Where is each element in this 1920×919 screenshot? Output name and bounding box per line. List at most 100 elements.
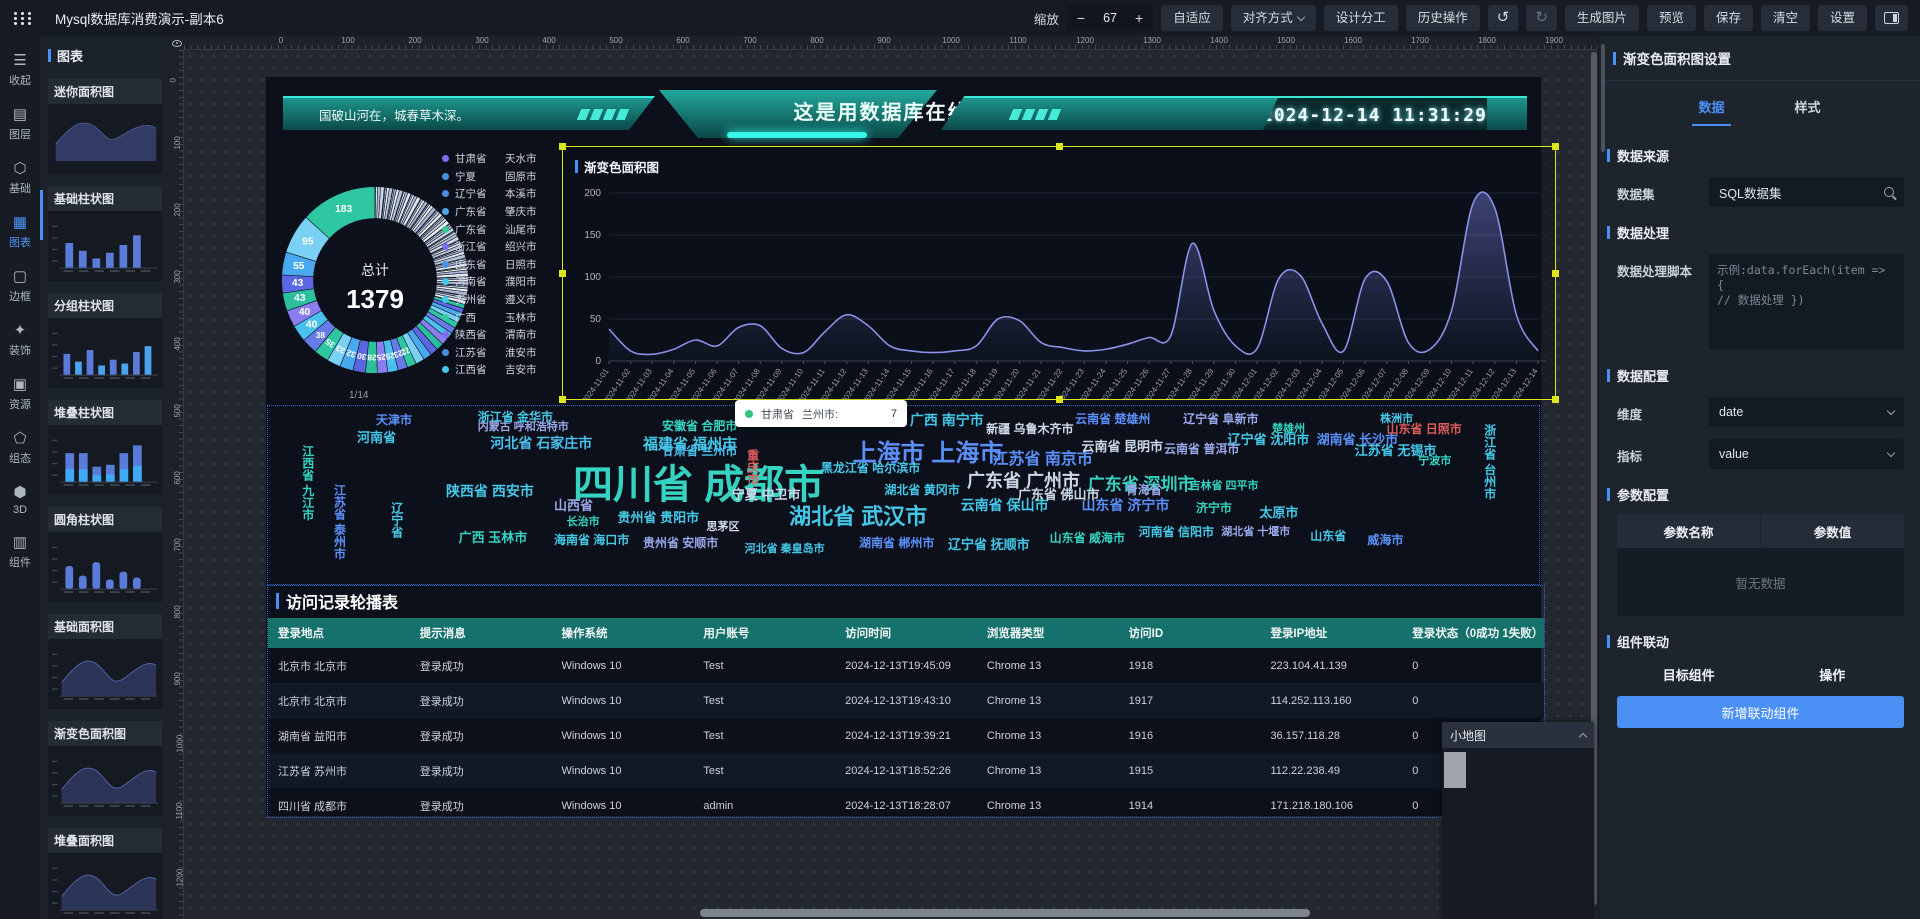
align-button[interactable]: 对齐方式 [1231, 5, 1316, 31]
table-row[interactable]: 江苏省 苏州市登录成功Windows 10Test2024-12-13T18:5… [268, 753, 1544, 788]
undo-button[interactable]: ↺ [1488, 5, 1519, 31]
chart-item-label[interactable]: 基础柱状图 [48, 186, 162, 211]
minimap-viewport[interactable] [1444, 752, 1466, 788]
legend-item[interactable]: 陕西省渭南市 [442, 326, 537, 344]
resize-handle-ne[interactable] [1552, 143, 1559, 150]
chart-item-label[interactable]: 堆叠面积图 [48, 828, 162, 853]
chart-item-label[interactable]: 迷你面积图 [48, 79, 162, 104]
chart-item-thumbnail[interactable] [48, 532, 162, 602]
resize-handle-nw[interactable] [559, 143, 566, 150]
collapse-panel-button[interactable] [1875, 5, 1908, 31]
legend-item[interactable]: 江苏省淮安市 [442, 344, 537, 362]
history-button[interactable]: 历史操作 [1406, 5, 1480, 31]
chevron-up-icon[interactable] [1579, 733, 1587, 741]
resize-handle-n[interactable] [1056, 143, 1063, 150]
dataset-select[interactable]: SQL数据集 [1709, 177, 1904, 207]
chart-item-thumbnail[interactable] [48, 639, 162, 709]
chart-library-item[interactable]: 基础面积图 [48, 614, 162, 709]
header-banner[interactable]: 国破山河在，城春草木深。 这是用数据库在线应用 2024-12-14 11:31… [267, 88, 1540, 140]
chart-item-thumbnail[interactable] [48, 853, 162, 919]
chart-item-label[interactable]: 分组柱状图 [48, 293, 162, 318]
resize-handle-se[interactable] [1552, 396, 1559, 403]
chart-item-label[interactable]: 渐变色面积图 [48, 721, 162, 746]
sidebar-item-scada-icon[interactable]: ⬠组态 [0, 422, 40, 476]
dashboard-screen[interactable]: 国破山河在，城春草木深。 这是用数据库在线应用 2024-12-14 11:31… [267, 78, 1540, 815]
chart-library-item[interactable]: 基础柱状图 [48, 186, 162, 281]
legend-item[interactable]: 贵州省遵义市 [442, 291, 537, 309]
chart-library-item[interactable]: 分组柱状图 [48, 293, 162, 388]
legend-item[interactable]: 浙江省绍兴市 [442, 238, 537, 256]
legend-item[interactable]: 广东省肇庆市 [442, 203, 537, 221]
chart-item-thumbnail[interactable] [48, 425, 162, 495]
sidebar-item-collapse-panel-icon[interactable]: ☰收起 [0, 44, 40, 98]
sidebar-item-layers-icon[interactable]: ▤图层 [0, 98, 40, 152]
settings-scrollbar[interactable] [1601, 44, 1605, 152]
canvas-horizontal-scrollbar[interactable] [700, 909, 1310, 917]
chart-library-item[interactable]: 堆叠柱状图 [48, 400, 162, 495]
chart-item-thumbnail[interactable] [48, 104, 162, 174]
table-row[interactable]: 北京市 北京市登录成功Windows 10Test2024-12-13T19:4… [268, 683, 1544, 718]
resize-handle-w[interactable] [559, 270, 566, 277]
script-textarea[interactable] [1709, 254, 1904, 350]
sidebar-item-charts-icon[interactable]: ▦图表 [0, 206, 40, 260]
app-grid-icon[interactable] [14, 12, 33, 25]
legend-item[interactable]: 辽宁省本溪市 [442, 185, 537, 203]
zoom-in-button[interactable]: + [1125, 10, 1153, 26]
chart-library-item[interactable]: 圆角柱状图 [48, 507, 162, 602]
donut-chart-component[interactable]: 18395554343404038353332302825252322 总计 1… [277, 138, 587, 410]
assign-button[interactable]: 设计分工 [1324, 5, 1398, 31]
sidebar-item-three-d-icon[interactable]: ⬢3D [0, 476, 40, 526]
table-row[interactable]: 四川省 成都市登录成功Windows 10admin2024-12-13T18:… [268, 788, 1544, 823]
legend-item[interactable]: 广西玉林市 [442, 308, 537, 326]
design-canvas[interactable]: 0100200300400500600700800900100011001200… [170, 36, 1598, 919]
redo-button[interactable]: ↻ [1526, 5, 1557, 31]
clear-button[interactable]: 清空 [1761, 5, 1810, 31]
tab-data[interactable]: 数据 [1692, 89, 1730, 126]
chart-item-thumbnail[interactable] [48, 318, 162, 388]
legend-item[interactable]: 山东省日照市 [442, 256, 537, 274]
sidebar-item-components-icon[interactable]: ▥组件 [0, 526, 40, 580]
chart-library-item[interactable]: 堆叠面积图 [48, 828, 162, 919]
ruler-corner[interactable] [170, 36, 184, 50]
zoom-out-button[interactable]: − [1067, 10, 1095, 26]
chart-item-label[interactable]: 圆角柱状图 [48, 507, 162, 532]
chart-item-label[interactable]: 基础面积图 [48, 614, 162, 639]
legend-item[interactable]: 甘肃省天水市 [442, 150, 537, 168]
preview-button[interactable]: 预览 [1647, 5, 1696, 31]
chart-item-label[interactable]: 堆叠柱状图 [48, 400, 162, 425]
minimap-header[interactable]: 小地图 [1442, 722, 1594, 748]
chart-library-item[interactable]: 渐变色面积图 [48, 721, 162, 816]
sidebar-item-decoration-icon[interactable]: ✦装饰 [0, 314, 40, 368]
minimap-body[interactable] [1442, 748, 1594, 919]
legend-item[interactable]: 江西省吉安市 [442, 361, 537, 379]
sidebar-item-basic-widgets-icon[interactable]: ⬡基础 [0, 152, 40, 206]
fit-button[interactable]: 自适应 [1161, 5, 1223, 31]
tab-style[interactable]: 样式 [1789, 89, 1827, 126]
generate-image-button[interactable]: 生成图片 [1565, 5, 1639, 31]
resize-handle-s[interactable] [1056, 396, 1063, 403]
table-row[interactable]: 北京市 北京市登录成功Windows 10Test2024-12-13T19:4… [268, 648, 1544, 683]
wordcloud-component[interactable]: 四川省 成都市上海市 上海市湖北省 武汉市广东省 广州市广东省 深圳市江苏省 南… [267, 405, 1540, 585]
legend-item[interactable]: 宁夏固原市 [442, 168, 537, 186]
legend-item[interactable]: 广东省汕尾市 [442, 220, 537, 238]
search-icon[interactable] [1884, 187, 1894, 197]
gradient-area-chart-component[interactable]: 渐变色面积图 0501001502002024-11-012024-11-022… [562, 146, 1556, 400]
dimension-select[interactable]: date [1709, 397, 1904, 427]
zoom-value[interactable]: 67 [1095, 11, 1125, 25]
access-log-table-component[interactable]: 访问记录轮播表 登录地点提示消息操作系统用户账号访问时间浏览器类型访问ID登录I… [267, 585, 1545, 818]
sidebar-item-border-icon[interactable]: ▢边框 [0, 260, 40, 314]
add-linkage-button[interactable]: 新增联动组件 [1617, 696, 1904, 728]
chart-library-item[interactable]: 迷你面积图 [48, 79, 162, 174]
sidebar-item-resources-icon[interactable]: ▣资源 [0, 368, 40, 422]
legend-item[interactable]: 河南省濮阳市 [442, 273, 537, 291]
minimap-panel[interactable]: 小地图 [1442, 722, 1594, 919]
settings-button[interactable]: 设置 [1818, 5, 1867, 31]
panel-scrollbar[interactable] [40, 190, 43, 240]
table-row[interactable]: 湖南省 益阳市登录成功Windows 10Test2024-12-13T19:3… [268, 718, 1544, 753]
chart-item-thumbnail[interactable] [48, 746, 162, 816]
resize-handle-e[interactable] [1552, 270, 1559, 277]
metric-select[interactable]: value [1709, 439, 1904, 469]
chart-item-thumbnail[interactable] [48, 211, 162, 281]
save-button[interactable]: 保存 [1704, 5, 1753, 31]
resize-handle-sw[interactable] [559, 396, 566, 403]
